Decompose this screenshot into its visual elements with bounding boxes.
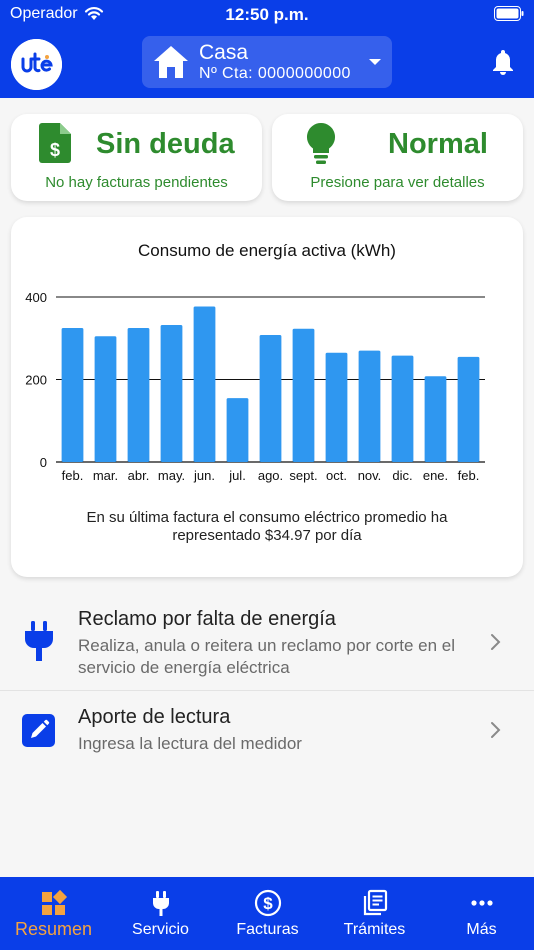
status-bar: Operador 12:50 p.m.	[0, 0, 534, 28]
chevron-right-icon	[491, 722, 501, 738]
meter-reading-description: Ingresa la lectura del medidor	[78, 734, 302, 753]
bar	[226, 398, 249, 462]
x-tick-label: feb.	[62, 468, 84, 483]
bar	[391, 355, 414, 462]
lightbulb-icon	[307, 123, 335, 164]
tab-mas[interactable]: Más	[428, 877, 534, 950]
consumption-chart-card: Consumo de energía activa (kWh) 0 200 400 f…	[11, 217, 523, 577]
supply-status-card[interactable]: Normal Presione para ver detalles	[272, 114, 523, 201]
bar	[160, 325, 183, 462]
tab-label: Resumen	[14, 919, 93, 939]
bar	[457, 356, 480, 462]
y-tick-label: 0	[40, 455, 47, 470]
x-tick-label: sept.	[289, 468, 317, 483]
tab-tramites[interactable]: Trámites	[321, 877, 428, 950]
x-tick-label: abr.	[128, 468, 150, 483]
chevron-down-icon	[369, 59, 381, 65]
status-time: 12:50 p.m.	[225, 5, 309, 24]
x-tick-label: jun.	[193, 468, 215, 483]
home-icon	[154, 46, 188, 78]
pencil-icon	[22, 714, 55, 747]
tab-facturas[interactable]: $ Facturas	[214, 877, 321, 950]
ute-logo	[11, 39, 62, 90]
bar	[259, 334, 282, 462]
bar	[61, 327, 84, 462]
supply-status-title: Normal	[388, 128, 488, 160]
battery-icon	[494, 6, 524, 21]
bill-icon: $	[39, 123, 71, 163]
bar	[424, 376, 447, 462]
y-tick-label: 400	[25, 290, 47, 305]
bell-icon[interactable]	[490, 48, 516, 76]
y-tick-label: 200	[25, 373, 47, 388]
plug-icon	[152, 891, 169, 916]
outage-claim-description: Realiza, anula o reitera un reclamo por …	[78, 636, 456, 677]
outage-claim-item[interactable]: Reclamo por falta de energía Realiza, an…	[0, 593, 534, 691]
debt-status-subtitle: No hay facturas pendientes	[45, 174, 228, 191]
tab-resumen[interactable]: Resumen	[0, 877, 107, 950]
documents-icon	[363, 889, 387, 916]
supply-status-subtitle: Presione para ver detalles	[310, 174, 485, 191]
outage-claim-title: Reclamo por falta de energía	[78, 608, 336, 630]
tab-label: Servicio	[132, 921, 189, 938]
bar	[358, 350, 381, 462]
meter-reading-item[interactable]: Aporte de lectura Ingresa la lectura del…	[0, 692, 534, 770]
x-tick-label: oct.	[326, 468, 347, 483]
more-icon	[470, 900, 493, 906]
x-tick-label: may.	[158, 468, 185, 483]
app-header: Operador 12:50 p.m. Casa Nº Cta: 0000000…	[0, 0, 534, 98]
tab-servicio[interactable]: Servicio	[107, 877, 214, 950]
x-tick-label: mar.	[93, 468, 118, 483]
ute-logo-mark	[11, 39, 62, 90]
bar	[193, 306, 216, 462]
meter-reading-title: Aporte de lectura	[78, 706, 231, 728]
bottom-tab-bar: Resumen Servicio $ Facturas Trámites Más	[0, 877, 534, 950]
debt-status-card[interactable]: $ Sin deuda No hay facturas pendientes	[11, 114, 262, 201]
x-tick-label: ago.	[258, 468, 283, 483]
bar	[325, 352, 348, 462]
account-selector[interactable]: Casa Nº Cta: 0000000000	[142, 36, 392, 88]
x-tick-label: dic.	[392, 468, 412, 483]
bar	[292, 328, 315, 462]
svg-text:$: $	[50, 140, 60, 160]
chevron-right-icon	[491, 634, 501, 650]
x-tick-label: feb.	[458, 468, 480, 483]
tab-label: Facturas	[236, 921, 299, 938]
chart-average-note: En su última factura el consumo eléctric…	[86, 509, 448, 544]
tab-label: Más	[466, 921, 497, 938]
svg-text:$: $	[263, 894, 273, 913]
tab-label: Trámites	[343, 921, 406, 938]
dollar-icon: $	[254, 889, 281, 917]
account-number: Nº Cta: 0000000000	[199, 65, 351, 82]
bar	[127, 327, 150, 462]
plug-icon	[25, 621, 53, 661]
x-tick-label: jul.	[228, 468, 246, 483]
summary-icon	[41, 889, 67, 915]
x-tick-label: ene.	[423, 468, 448, 483]
bar	[94, 336, 117, 462]
debt-status-title: Sin deuda	[96, 128, 235, 160]
x-tick-label: nov.	[358, 468, 382, 483]
account-name: Casa	[199, 41, 249, 64]
